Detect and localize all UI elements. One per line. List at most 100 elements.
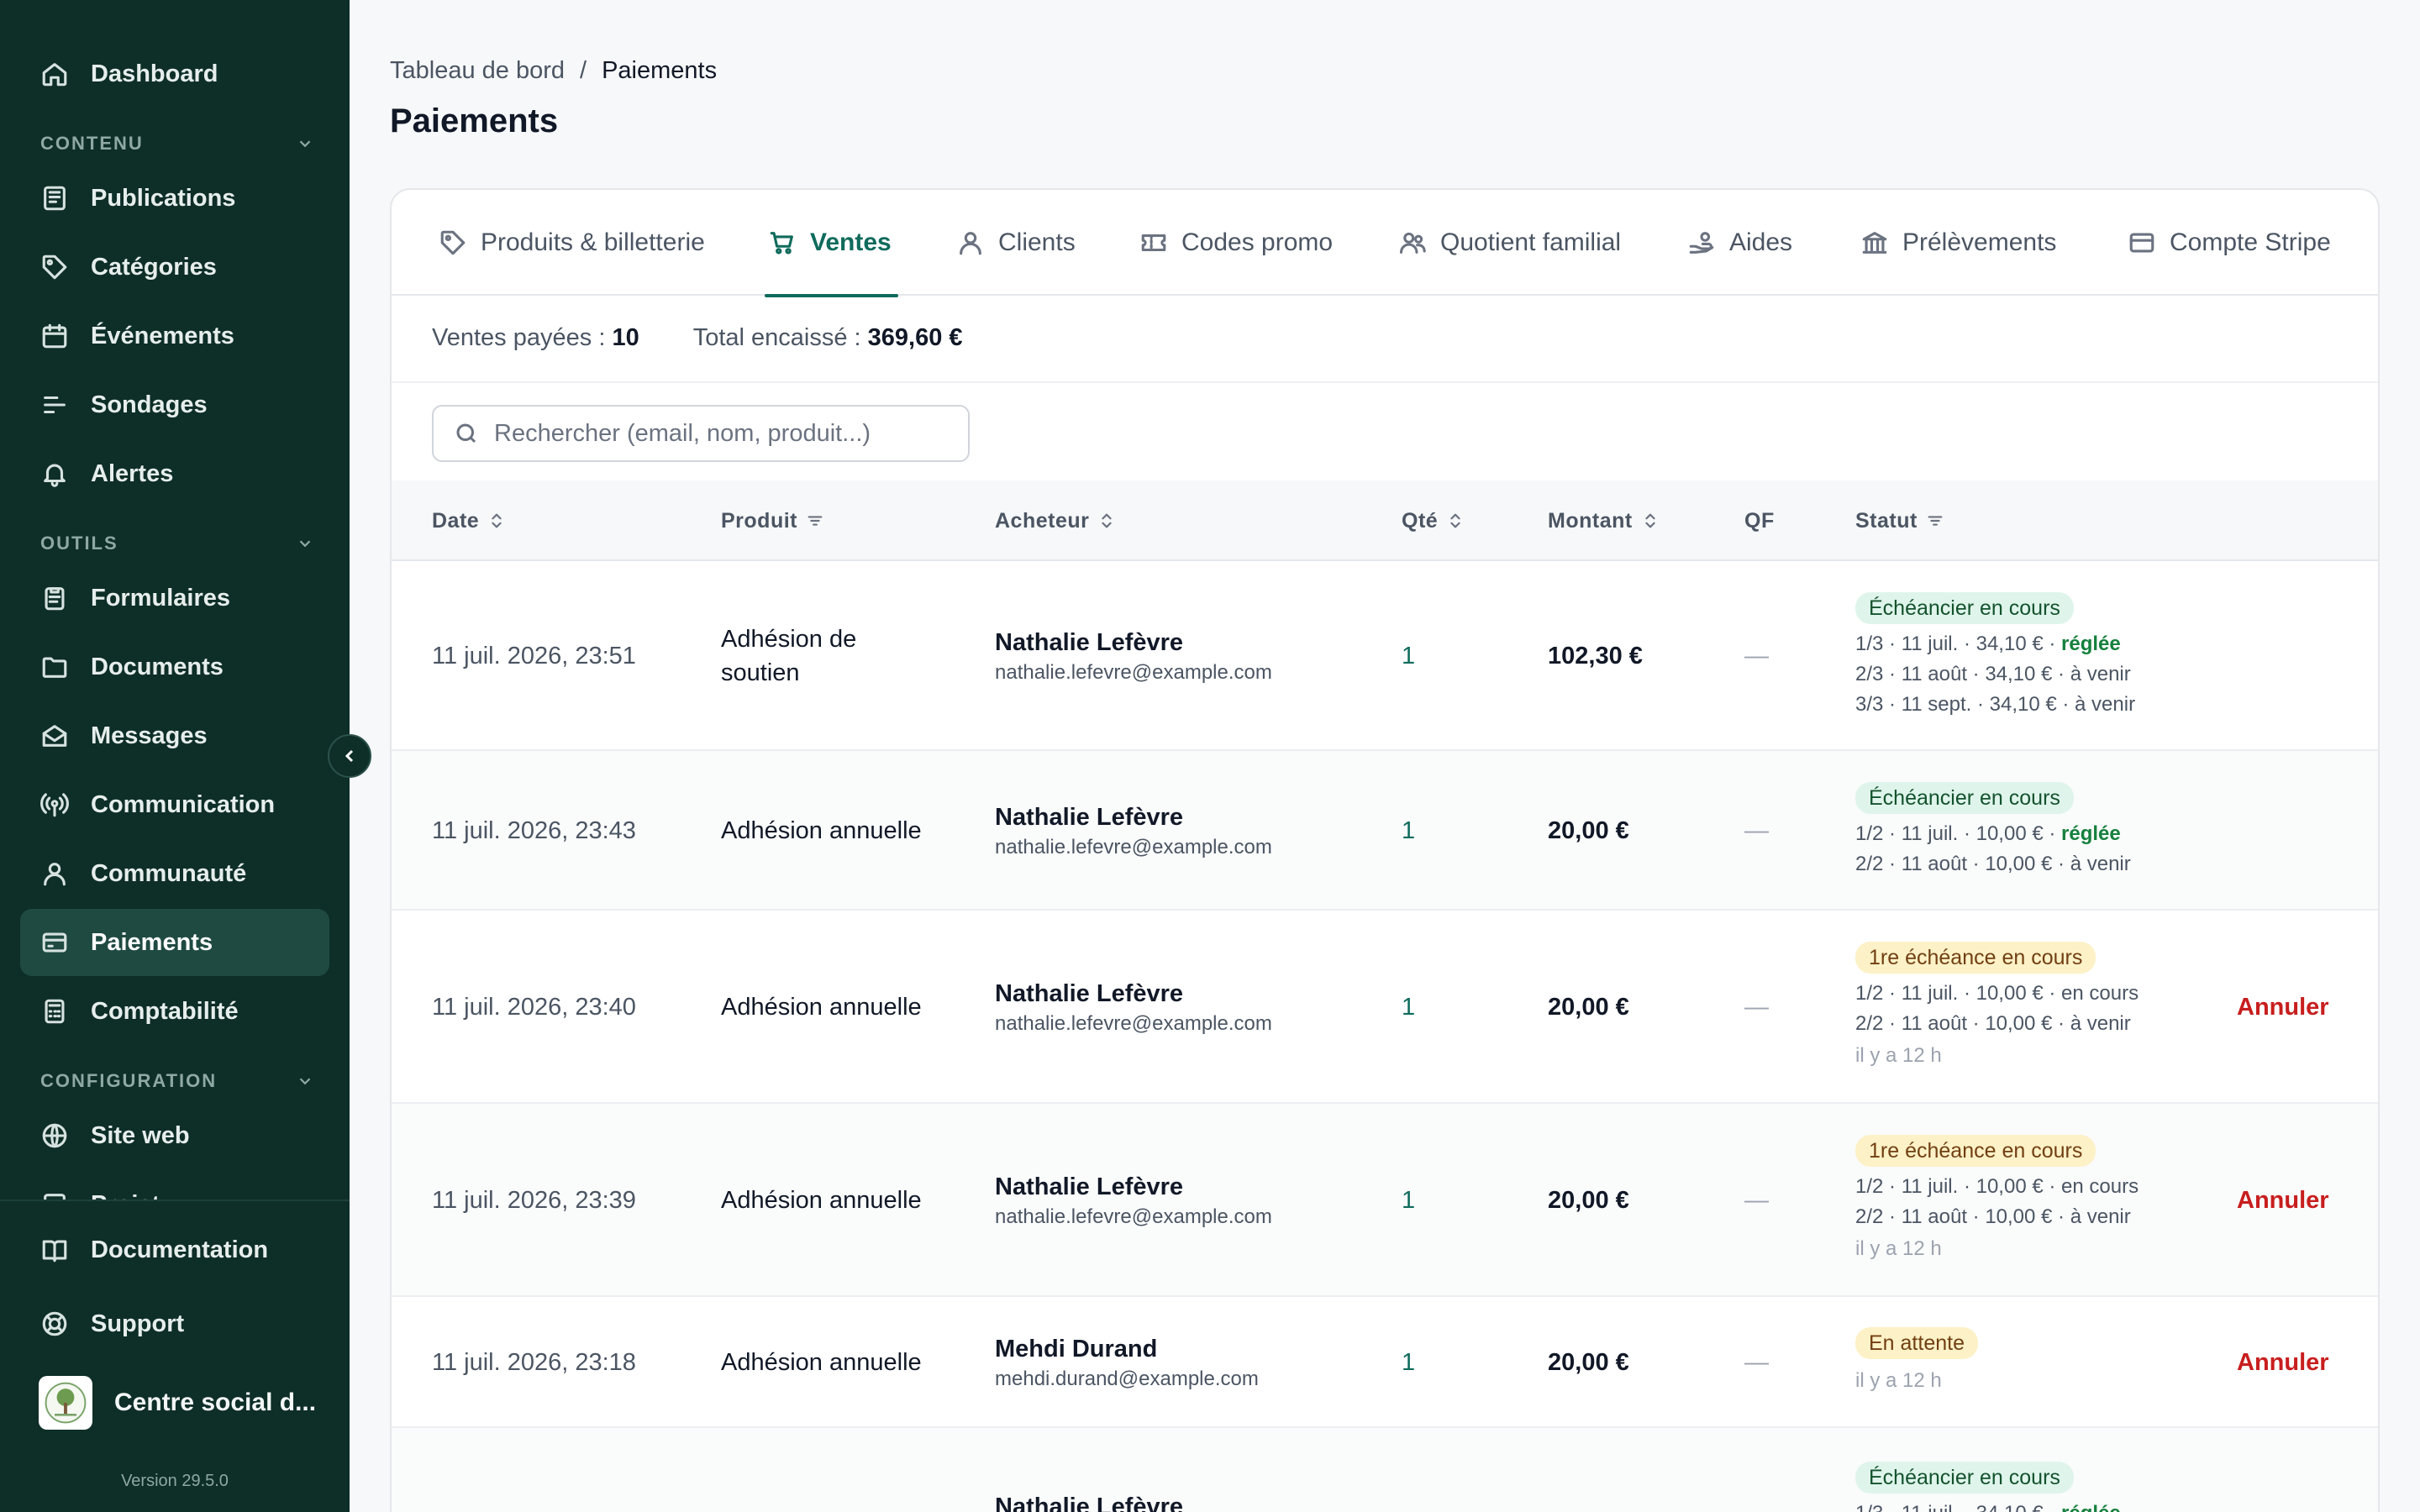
search-placeholder: Rechercher (email, nom, produit...) (494, 419, 871, 447)
column-qte[interactable]: Qté (1402, 480, 1465, 561)
globe-icon (40, 1121, 69, 1150)
organization-switcher[interactable]: Centre social d... (39, 1376, 316, 1430)
sidebar-item-categories[interactable]: Catégories (20, 234, 329, 301)
sidebar-item-label: Support (91, 1310, 185, 1337)
sale-product: Adhésion annuelle (721, 1187, 922, 1214)
sale-date: 11 juil. 2026, 23:39 (432, 1186, 636, 1214)
sidebar-item-publications[interactable]: Publications (20, 165, 329, 232)
sale-amount: 20,00 € (1548, 1186, 1629, 1214)
column-date[interactable]: Date (432, 480, 506, 561)
table-row[interactable]: 11 juil. 2026, 23:39 Adhésion annuelle N… (392, 1104, 2378, 1297)
installment-line: 2/2 · 11 août · 10,00 € · à venir (1855, 853, 2131, 875)
chevron-down-icon (299, 540, 311, 548)
sidebar-item-support[interactable]: Support (20, 1290, 329, 1357)
sidebar-scroll-area[interactable]: Dashboard CONTENU Publications Catégorie… (0, 0, 350, 1200)
buyer-name: Nathalie Lefèvre (995, 629, 1184, 656)
project-icon (40, 1190, 69, 1200)
tab-prelevements[interactable]: Prélèvements (1860, 190, 2056, 296)
cancel-button[interactable]: Annuler (2237, 911, 2329, 1104)
table-row[interactable]: 11 juil. 2026, 23:51 Adhésion de soutien… (392, 561, 2378, 751)
sidebar-item-dashboard[interactable]: Dashboard (20, 40, 329, 108)
breadcrumb-current: Paiements (602, 57, 718, 84)
user-icon (40, 859, 69, 888)
sidebar-item-evenements[interactable]: Événements (20, 302, 329, 370)
app-version: Version 29.5.0 (121, 1472, 229, 1490)
sale-status: En attente il y a 12 h (1855, 1297, 1978, 1428)
sidebar-item-comptabilite[interactable]: Comptabilité (20, 978, 329, 1045)
tab-label: Aides (1729, 228, 1793, 256)
tag-icon (440, 230, 466, 255)
column-statut[interactable]: Statut (1855, 480, 1944, 561)
tab-compte-stripe[interactable]: Compte Stripe (2128, 190, 2331, 296)
collapse-sidebar-button[interactable] (328, 734, 371, 778)
sidebar-item-communication[interactable]: Communication (20, 771, 329, 838)
sidebar-item-alertes[interactable]: Alertes (20, 440, 329, 507)
sale-quantity: 1 (1402, 1348, 1416, 1376)
tab-produits[interactable]: Produits & billetterie (439, 190, 705, 296)
search-input[interactable]: Rechercher (email, nom, produit...) (432, 405, 970, 462)
sale-amount: 102,30 € (1548, 642, 1643, 669)
folder-icon (40, 653, 69, 681)
tab-aides[interactable]: Aides (1687, 190, 1792, 296)
cancel-button[interactable]: Annuler (2237, 1297, 2329, 1428)
sidebar-item-documents[interactable]: Documents (20, 633, 329, 701)
tag-icon (40, 253, 69, 281)
tab-clients[interactable]: Clients (956, 190, 1076, 296)
section-contenu[interactable]: CONTENU (40, 131, 314, 156)
sidebar-item-sondages[interactable]: Sondages (20, 371, 329, 438)
tab-label: Prélèvements (1902, 228, 2057, 256)
status-badge: Échéancier en cours (1855, 1462, 2074, 1494)
section-outils[interactable]: OUTILS (40, 531, 314, 556)
column-montant[interactable]: Montant (1548, 480, 1660, 561)
installment-status: réglée (2061, 633, 2121, 655)
bell-icon (40, 459, 69, 488)
sale-status: Échéancier en cours 1/3 · 11 juil. · 34,… (1855, 561, 2135, 751)
table-row[interactable]: 11 juil. 2026, 23:40 Adhésion annuelle N… (392, 911, 2378, 1104)
column-produit[interactable]: Produit (721, 480, 824, 561)
tab-codes-promo[interactable]: Codes promo (1139, 190, 1333, 296)
home-icon (40, 60, 69, 88)
sale-qf: — (1744, 642, 1769, 669)
breadcrumb-separator: / (580, 57, 587, 84)
sidebar-item-site-web[interactable]: Site web (20, 1102, 329, 1169)
sidebar-item-communaute[interactable]: Communauté (20, 840, 329, 907)
sale-quantity: 1 (1402, 1186, 1416, 1214)
installment-line: 1/3 · 11 juil. · 34,10 € · réglée (1855, 629, 2121, 659)
tab-ventes[interactable]: Ventes (765, 190, 898, 297)
buyer-name: Nathalie Lefèvre (995, 980, 1184, 1007)
column-label: Statut (1855, 508, 1918, 533)
column-acheteur[interactable]: Acheteur (995, 480, 1116, 561)
sidebar-item-paiements[interactable]: Paiements (20, 909, 329, 976)
sort-icon (1450, 513, 1460, 528)
installment-line: 2/2 · 11 août · 10,00 € · à venir (1855, 1205, 2131, 1228)
sidebar-item-label: Formulaires (91, 584, 230, 612)
sale-amount: 20,00 € (1548, 993, 1629, 1021)
tab-quotient-familial[interactable]: Quotient familial (1398, 190, 1621, 296)
chevron-down-icon (299, 1078, 311, 1085)
sale-quantity: 1 (1402, 816, 1416, 844)
sale-buyer: Nathalie Lefèvre (995, 1490, 1183, 1512)
sidebar-item-documentation[interactable]: Documentation (20, 1216, 329, 1284)
table-row[interactable]: 11 juil. 2026, 23:18 Adhésion annuelle M… (392, 1297, 2378, 1428)
breadcrumb-link-dashboard[interactable]: Tableau de bord (390, 57, 565, 85)
sale-status: 1re échéance en cours 1/2 · 11 juil. · 1… (1855, 911, 2139, 1104)
book-open-icon (40, 1236, 69, 1264)
sale-product: Adhésion annuelle (721, 817, 922, 844)
search-icon (456, 423, 476, 444)
sale-date: 11 juil. 2026, 23:43 (432, 816, 636, 844)
sidebar-item-formulaires[interactable]: Formulaires (20, 564, 329, 632)
sale-status: Échéancier en cours 1/2 · 11 juil. · 10,… (1855, 751, 2131, 911)
sidebar-item-projet[interactable]: Projet (20, 1171, 329, 1200)
sidebar-item-messages[interactable]: Messages (20, 702, 329, 769)
broadcast-icon (40, 790, 69, 819)
sidebar-item-label: Documentation (91, 1236, 269, 1263)
table-row[interactable]: 11 juil. 2026, 23:43 Adhésion annuelle N… (392, 751, 2378, 911)
sale-date: 11 juil. 2026, 23:40 (432, 993, 636, 1021)
cancel-button[interactable]: Annuler (2237, 1104, 2329, 1297)
table-row[interactable]: Nathalie Lefèvre Échéancier en cours 1/3… (392, 1428, 2378, 1512)
sidebar: Dashboard CONTENU Publications Catégorie… (0, 0, 350, 1512)
payments-card: Produits & billetterie Ventes Clients Co… (390, 188, 2380, 1512)
installment-line: 1/3 · 11 juil. · 34,10 € · réglée (1855, 1499, 2121, 1512)
sidebar-item-label: Messages (91, 722, 208, 749)
section-configuration[interactable]: CONFIGURATION (40, 1068, 314, 1094)
